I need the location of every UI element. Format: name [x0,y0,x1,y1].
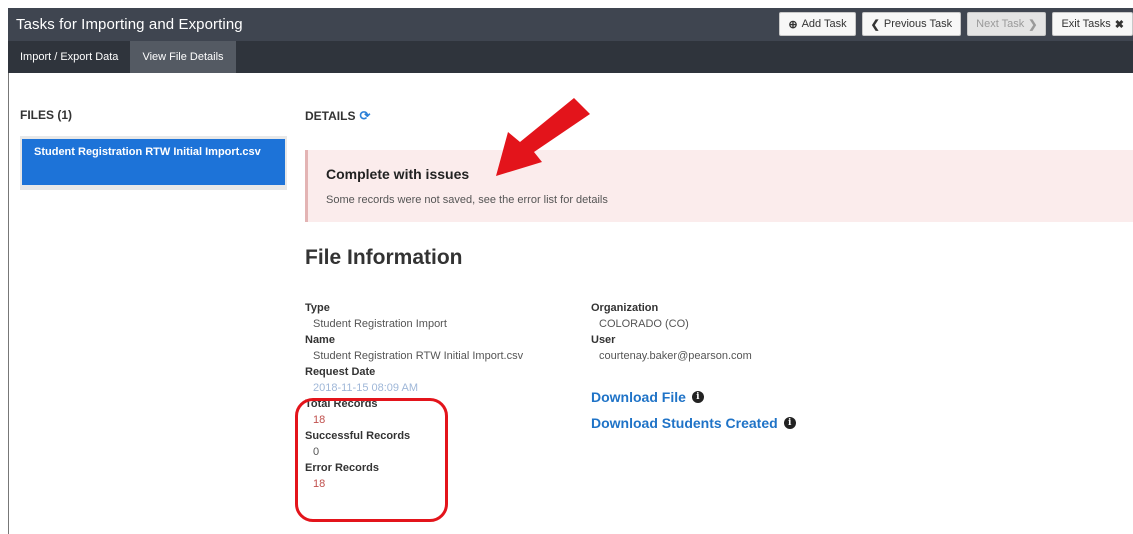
left-border [8,73,9,534]
info-icon[interactable]: i [691,391,704,403]
chevron-left-icon: ❮ [870,18,880,31]
download-students-created-link[interactable]: Download Students Created i [591,415,796,431]
download-file-link[interactable]: Download File i [591,389,704,405]
details-heading-label: DETAILS [305,109,356,123]
plus-circle-icon: ⊕ [788,18,798,31]
exit-tasks-label: Exit Tasks [1061,18,1111,30]
request-date-value: 2018-11-15 08:09 AM [313,382,418,394]
download-students-created-label: Download Students Created [591,415,778,431]
details-heading: DETAILS ⟳ [305,108,370,124]
records-highlight-ring [295,398,448,522]
file-info-right: Organization COLORADO (CO) User courtena… [591,301,752,365]
download-file-label: Download File [591,389,686,405]
organization-label: Organization [591,302,659,314]
alert-title: Complete with issues [326,166,470,182]
user-label: User [591,334,616,346]
status-alert: Complete with issues Some records were n… [305,150,1133,222]
files-heading: FILES (1) [20,108,73,122]
task-actions: ⊕ Add Task ❮ Previous Task Next Task ❯ E… [779,12,1133,36]
next-task-label: Next Task [976,18,1025,30]
alert-message: Some records were not saved, see the err… [326,194,608,206]
tab-import-export-data[interactable]: Import / Export Data [8,41,130,73]
name-label: Name [305,334,335,346]
file-list-item[interactable]: Student Registration RTW Initial Import.… [22,139,285,185]
app-header: Tasks for Importing and Exporting ⊕ Add … [8,8,1133,41]
organization-value: COLORADO (CO) [599,318,689,330]
exit-tasks-button[interactable]: Exit Tasks ✖ [1052,12,1133,36]
app-title: Tasks for Importing and Exporting [16,16,243,33]
previous-task-label: Previous Task [883,18,953,30]
name-value: Student Registration RTW Initial Import.… [313,350,524,362]
add-task-button[interactable]: ⊕ Add Task [779,12,856,36]
type-value: Student Registration Import [313,318,447,330]
info-icon[interactable]: i [783,417,796,429]
chevron-right-icon: ❯ [1028,18,1038,31]
next-task-button[interactable]: Next Task ❯ [967,12,1047,36]
file-information-title: File Information [305,246,463,269]
files-list: Student Registration RTW Initial Import.… [20,136,287,190]
add-task-label: Add Task [801,18,847,30]
callout-arrow [496,98,590,176]
refresh-icon[interactable]: ⟳ [359,108,370,124]
task-tabs: Import / Export Data View File Details [8,41,1133,73]
request-date-label: Request Date [305,366,376,378]
previous-task-button[interactable]: ❮ Previous Task [861,12,962,36]
type-label: Type [305,302,330,314]
user-value: courtenay.baker@pearson.com [599,350,752,362]
close-icon: ✖ [1114,18,1124,31]
tab-view-file-details[interactable]: View File Details [130,41,236,73]
arrow-shape [496,98,590,176]
